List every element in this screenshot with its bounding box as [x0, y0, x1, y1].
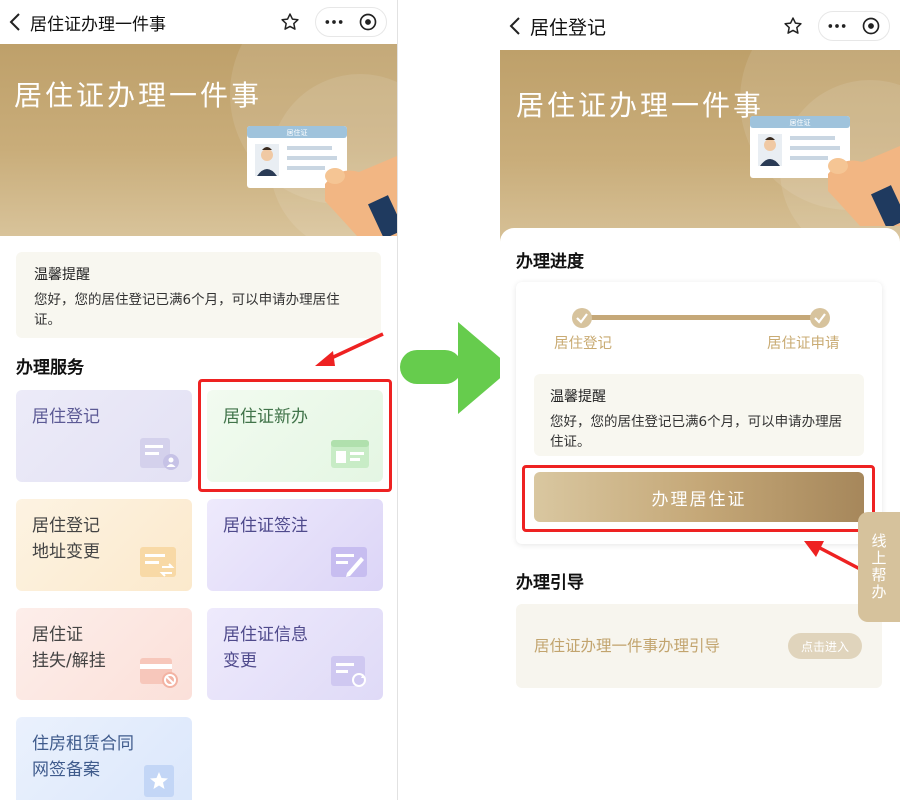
document-user-icon	[140, 438, 179, 470]
close-miniapp-button[interactable]	[859, 11, 883, 41]
left-tip-box: 温馨提醒 您好，您的居住登记已满6个月，可以申请办理居住证。	[16, 252, 381, 338]
id-card-illustration: 居住证	[750, 116, 900, 226]
left-banner: 居住证办理一件事 居住证	[0, 44, 397, 236]
tip-title: 温馨提醒	[550, 389, 606, 405]
progress-track	[572, 308, 830, 328]
target-circle-icon	[862, 17, 880, 35]
tip-title: 温馨提醒	[34, 267, 90, 283]
back-button[interactable]	[0, 0, 30, 44]
service-rental-contract[interactable]: 住房租赁合同 网签备案	[16, 717, 192, 800]
guide-item[interactable]: 居住证办理一件事办理引导 点击进入	[516, 604, 882, 688]
red-arrow-icon	[315, 332, 384, 366]
service-permit-endorsement[interactable]: 居住证签注	[207, 499, 383, 591]
favorite-button[interactable]	[778, 11, 808, 41]
more-button[interactable]	[825, 11, 849, 41]
services-section-title: 办理服务	[16, 358, 84, 378]
card-title: 居住证	[790, 118, 811, 127]
star-icon	[784, 17, 802, 34]
highlight-apply-button	[522, 465, 875, 532]
chevron-left-icon	[9, 13, 20, 31]
card-title: 居住证	[287, 128, 308, 137]
card-block-icon	[140, 658, 178, 688]
banner-title: 居住证办理一件事	[14, 79, 263, 112]
close-miniapp-button[interactable]	[356, 7, 380, 37]
comparison-stage: 居住证办理一件事 居住证办理一件事 居住证 温馨提醒 您好，您的居住登记已满6个…	[0, 0, 900, 800]
service-info-change[interactable]: 居住证信息 变更	[207, 608, 383, 700]
progress-section-title: 办理进度	[516, 252, 584, 272]
enter-guide-button[interactable]: 点击进入	[788, 633, 862, 659]
chevron-left-icon	[509, 17, 520, 35]
capsule-menu	[315, 7, 387, 37]
nav-title: 居住登记	[530, 16, 607, 39]
arrow-right-icon	[400, 322, 512, 414]
back-button[interactable]	[500, 4, 530, 48]
step-registration: 居住登记	[554, 336, 612, 352]
right-navbar: 居住登记	[500, 0, 900, 52]
nav-title: 居住证办理一件事	[30, 14, 166, 35]
left-navbar: 居住证办理一件事	[0, 0, 397, 44]
refresh-document-icon	[331, 656, 366, 687]
right-banner: 居住证办理一件事 居住证	[500, 50, 900, 250]
service-report-loss[interactable]: 居住证 挂失/解挂	[16, 608, 192, 700]
target-circle-icon	[359, 13, 377, 31]
guide-item-label: 居住证办理一件事办理引导	[534, 637, 721, 655]
capsule-menu	[818, 11, 890, 41]
tip-text: 您好，您的居住登记已满6个月，可以申请办理居住证。	[550, 414, 843, 450]
star-icon	[281, 13, 299, 30]
service-address-change[interactable]: 居住登记 地址变更	[16, 499, 192, 591]
right-tip-box: 温馨提醒 您好，您的居住登记已满6个月，可以申请办理居住证。	[534, 374, 864, 456]
tip-text: 您好，您的居住登记已满6个月，可以申请办理居住证。	[34, 292, 340, 328]
step-permit-application: 居住证申请	[767, 336, 840, 352]
service-residence-registration[interactable]: 居住登记	[16, 390, 192, 482]
address-change-icon	[140, 547, 176, 577]
id-card-illustration: 居住证	[247, 126, 397, 236]
more-dots-icon	[325, 20, 343, 24]
more-dots-icon	[828, 24, 846, 28]
favorite-button[interactable]	[275, 7, 305, 37]
banner-title: 居住证办理一件事	[516, 89, 765, 122]
guide-section-title: 办理引导	[516, 573, 584, 593]
highlight-new-permit	[198, 379, 392, 492]
left-phone-screen: 居住证办理一件事 居住证办理一件事 居住证 温馨提醒 您好，您的居住登记已满6个…	[0, 0, 398, 800]
edit-document-icon	[331, 547, 367, 577]
online-help-button[interactable]: 线上帮办	[858, 512, 900, 622]
more-button[interactable]	[322, 7, 346, 37]
contract-star-icon	[144, 765, 174, 797]
red-arrow-icon	[804, 541, 861, 571]
